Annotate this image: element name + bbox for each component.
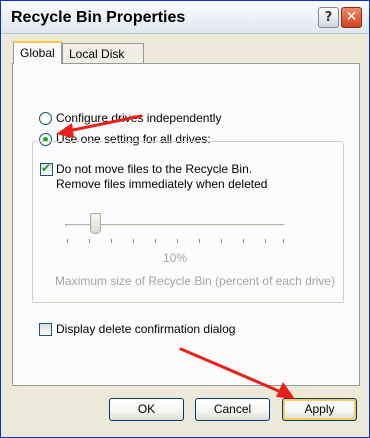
checkmark-icon: ✔ — [41, 161, 52, 175]
slider-tick — [283, 239, 284, 243]
radio-configure-independently[interactable] — [39, 112, 52, 125]
window-title: Recycle Bin Properties — [11, 9, 186, 26]
slider-value-label: 10% — [163, 251, 188, 265]
remove-immediately-label: Remove files immediately when deleted — [56, 177, 268, 191]
title-bar[interactable]: Recycle Bin Properties ? ✕ — [1, 1, 369, 34]
ok-button[interactable]: OK — [109, 398, 184, 421]
slider-tick — [199, 239, 200, 243]
cancel-button[interactable]: Cancel — [195, 398, 270, 421]
close-button[interactable]: ✕ — [341, 7, 362, 28]
configure-independently-label[interactable]: Configure drives independently — [56, 111, 221, 125]
apply-button[interactable]: Apply — [282, 398, 357, 421]
slider-tick — [177, 239, 178, 243]
slider-tick — [265, 239, 266, 243]
tab-global[interactable]: Global — [13, 41, 62, 64]
display-confirmation-checkbox[interactable] — [39, 323, 52, 336]
slider-caption: Maximum size of Recycle Bin (percent of … — [55, 274, 336, 288]
display-confirmation-label[interactable]: Display delete confirmation dialog — [56, 322, 235, 336]
tab-local-disk[interactable]: Local Disk (C:) — [62, 43, 144, 75]
slider-tick — [221, 239, 222, 243]
dialog-body: Global Local Disk (C:) Configure drives … — [1, 34, 369, 437]
recycle-bin-properties-dialog: Recycle Bin Properties ? ✕ Global Local … — [0, 0, 370, 438]
do-not-move-label[interactable]: Do not move files to the Recycle Bin. — [56, 162, 252, 176]
slider-tick — [67, 239, 68, 243]
tab-panel-global: Configure drives independently Use one s… — [12, 63, 360, 386]
help-button[interactable]: ? — [318, 7, 339, 28]
slider-tick — [243, 239, 244, 243]
slider-tick — [155, 239, 156, 243]
recycle-bin-size-slider[interactable] — [90, 213, 101, 234]
slider-tick — [111, 239, 112, 243]
do-not-move-checkbox[interactable]: ✔ — [40, 161, 53, 176]
slider-tick — [133, 239, 134, 243]
slider-tick — [89, 239, 90, 243]
